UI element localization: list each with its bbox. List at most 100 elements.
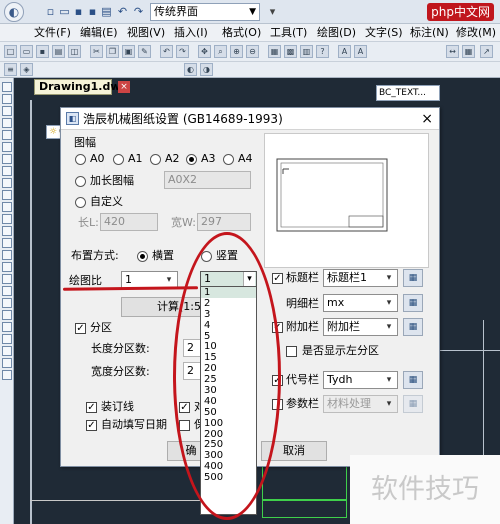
- title-block-pick-icon[interactable]: ▦: [403, 269, 423, 287]
- text-style-select[interactable]: BC_TEXT...: [376, 85, 440, 101]
- text-style-icon[interactable]: A: [338, 45, 351, 58]
- stretch-icon[interactable]: [2, 358, 12, 368]
- chevron-down-icon[interactable]: ▾: [266, 5, 279, 18]
- rotate-icon[interactable]: [2, 334, 12, 344]
- move-icon[interactable]: [2, 322, 12, 332]
- zoom-window-icon[interactable]: ⊕: [230, 45, 243, 58]
- detail-block-pick-icon[interactable]: ▦: [403, 294, 423, 312]
- mtext-icon[interactable]: [2, 250, 12, 260]
- menu-text[interactable]: 文字(S): [365, 26, 403, 40]
- pan-icon[interactable]: ✥: [198, 45, 211, 58]
- param-block-pick-icon[interactable]: ▦: [403, 395, 423, 413]
- text-style-icon-2[interactable]: A: [354, 45, 367, 58]
- new-icon[interactable]: □: [4, 45, 17, 58]
- radio-a0[interactable]: [75, 154, 86, 165]
- binding-checkbox[interactable]: ✓: [86, 402, 97, 413]
- radio-a1[interactable]: [113, 154, 124, 165]
- attach-block-pick-icon[interactable]: ▦: [403, 318, 423, 336]
- radio-a4[interactable]: [223, 154, 234, 165]
- menu-modify[interactable]: 修改(M): [456, 26, 496, 40]
- layer-manager-icon[interactable]: ≡: [4, 63, 17, 76]
- copy-icon[interactable]: ❐: [106, 45, 119, 58]
- show-left-zone-checkbox[interactable]: [286, 346, 297, 357]
- zone-checkbox[interactable]: ✓: [75, 323, 86, 334]
- close-icon[interactable]: ×: [118, 81, 130, 93]
- menu-file[interactable]: 文件(F): [34, 26, 71, 40]
- table-icon[interactable]: [2, 238, 12, 248]
- radio-landscape[interactable]: [137, 251, 148, 262]
- length-input[interactable]: 420: [100, 213, 158, 231]
- auto-date-checkbox[interactable]: ✓: [86, 420, 97, 431]
- code-block-select[interactable]: Tydh ▾: [323, 371, 398, 389]
- multileader-icon[interactable]: ↗: [480, 45, 493, 58]
- save-icon[interactable]: ▪: [36, 45, 49, 58]
- point-icon[interactable]: [2, 202, 12, 212]
- title-block-select[interactable]: 标题栏1 ▾: [323, 269, 398, 287]
- zoom-prev-icon[interactable]: ⊖: [246, 45, 259, 58]
- spline-icon[interactable]: [2, 166, 12, 176]
- offset-icon[interactable]: [2, 298, 12, 308]
- open-icon[interactable]: ▭: [20, 45, 33, 58]
- redo-icon[interactable]: ↷: [132, 5, 145, 18]
- match-prop-icon[interactable]: ✎: [138, 45, 151, 58]
- menu-edit[interactable]: 编辑(E): [80, 26, 118, 40]
- workspace-select[interactable]: 传统界面 ▼: [150, 3, 260, 21]
- tool-palette-icon[interactable]: ▥: [300, 45, 313, 58]
- extended-select[interactable]: A0X2: [164, 171, 251, 189]
- document-tab[interactable]: Drawing1.dwg: [34, 79, 128, 95]
- title-block-checkbox[interactable]: ✓: [272, 273, 283, 284]
- redo-icon[interactable]: ↷: [176, 45, 189, 58]
- width-input[interactable]: 297: [197, 213, 251, 231]
- menu-dimension[interactable]: 标注(N): [410, 26, 449, 40]
- close-icon[interactable]: ×: [421, 111, 433, 127]
- line-icon[interactable]: [2, 82, 12, 92]
- dim-style-icon[interactable]: ↔: [446, 45, 459, 58]
- array-icon[interactable]: [2, 310, 12, 320]
- radio-extended[interactable]: [75, 176, 86, 187]
- layer-prev-icon[interactable]: ◑: [200, 63, 213, 76]
- ellipse-icon[interactable]: [2, 178, 12, 188]
- help-icon[interactable]: ?: [316, 45, 329, 58]
- region-icon[interactable]: [2, 226, 12, 236]
- menu-view[interactable]: 视图(V): [127, 26, 165, 40]
- print-icon[interactable]: ▤: [52, 45, 65, 58]
- param-block-select[interactable]: 材料处理 ▾: [323, 395, 398, 413]
- radio-custom[interactable]: [75, 197, 86, 208]
- open-file-icon[interactable]: ▭: [58, 5, 71, 18]
- radio-a2[interactable]: [150, 154, 161, 165]
- copy-icon[interactable]: [2, 274, 12, 284]
- radio-a3[interactable]: [186, 154, 197, 165]
- polyline-icon[interactable]: [2, 106, 12, 116]
- undo-icon[interactable]: ↶: [160, 45, 173, 58]
- zoom-icon[interactable]: ⌕: [214, 45, 227, 58]
- properties-icon[interactable]: ▦: [268, 45, 281, 58]
- new-file-icon[interactable]: ▫: [44, 5, 57, 18]
- arc-icon[interactable]: [2, 142, 12, 152]
- construction-line-icon[interactable]: [2, 94, 12, 104]
- erase-icon[interactable]: [2, 262, 12, 272]
- trim-icon[interactable]: [2, 370, 12, 380]
- layer-state-icon[interactable]: ◈: [20, 63, 33, 76]
- cut-icon[interactable]: ✂: [90, 45, 103, 58]
- detail-block-select[interactable]: mx ▾: [323, 294, 398, 312]
- menu-draw[interactable]: 绘图(D): [317, 26, 356, 40]
- table-style-icon[interactable]: ▦: [462, 45, 475, 58]
- block-icon[interactable]: [2, 190, 12, 200]
- design-center-icon[interactable]: ▩: [284, 45, 297, 58]
- menu-format[interactable]: 格式(O): [222, 26, 261, 40]
- circle-icon[interactable]: [2, 154, 12, 164]
- mirror-icon[interactable]: [2, 286, 12, 296]
- undo-icon[interactable]: ↶: [116, 5, 129, 18]
- make-current-icon[interactable]: ◐: [184, 63, 197, 76]
- save-as-icon[interactable]: ▪: [86, 5, 99, 18]
- preview-icon[interactable]: ◫: [68, 45, 81, 58]
- paste-icon[interactable]: ▣: [122, 45, 135, 58]
- polygon-icon[interactable]: [2, 118, 12, 128]
- code-block-pick-icon[interactable]: ▦: [403, 371, 423, 389]
- menu-tools[interactable]: 工具(T): [270, 26, 307, 40]
- app-logo-icon[interactable]: ◐: [4, 2, 24, 22]
- scale-icon[interactable]: [2, 346, 12, 356]
- print-icon[interactable]: ▤: [100, 5, 113, 18]
- hatch-icon[interactable]: [2, 214, 12, 224]
- menu-insert[interactable]: 插入(I): [174, 26, 208, 40]
